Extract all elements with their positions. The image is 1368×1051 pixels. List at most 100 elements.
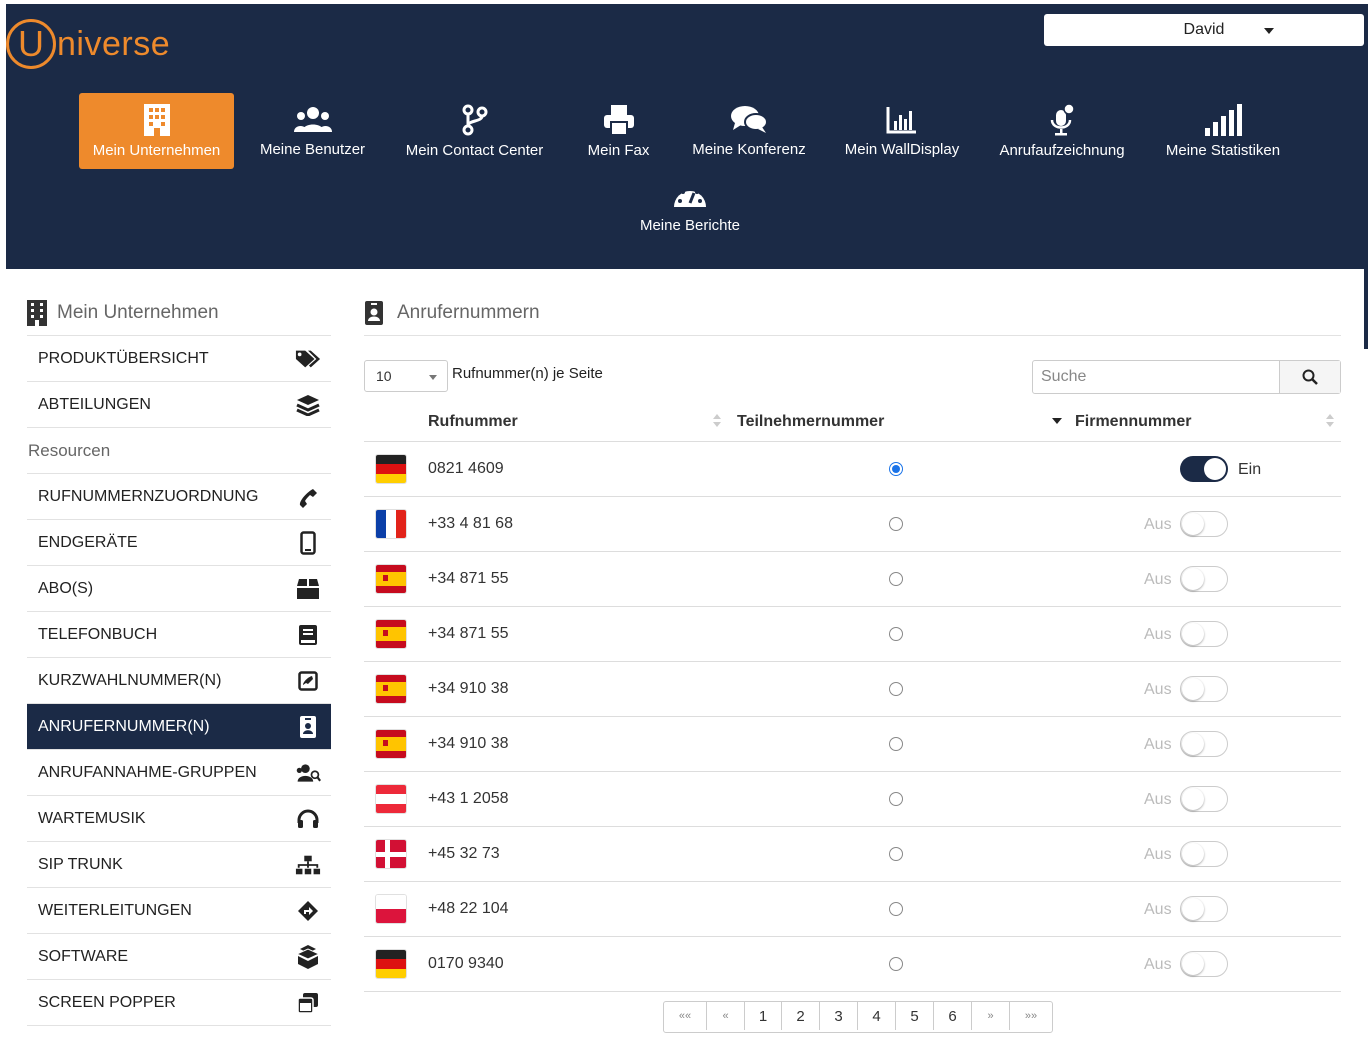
company-toggle[interactable]: [1180, 731, 1228, 757]
company-toggle[interactable]: [1180, 566, 1228, 592]
nav-mein-contact-center[interactable]: Mein Contact Center: [397, 93, 552, 169]
company-toggle[interactable]: [1180, 511, 1228, 537]
signal-bars-icon: [1205, 103, 1242, 136]
column-header-rufnummer[interactable]: Rufnummer: [428, 413, 518, 431]
company-toggle[interactable]: [1180, 456, 1228, 482]
nav-label: Meine Statistiken: [1165, 141, 1281, 159]
logo-mark: U: [6, 19, 56, 69]
toggle-label: Aus: [1144, 901, 1172, 918]
table-row: +48 22 104 Aus: [364, 882, 1341, 937]
sort-icon[interactable]: [713, 413, 721, 429]
pagination-page[interactable]: 6: [934, 1002, 972, 1030]
logo[interactable]: U niverse: [6, 14, 170, 74]
table-row: +45 32 73 Aus: [364, 827, 1341, 882]
company-toggle[interactable]: [1180, 896, 1228, 922]
subscriber-radio[interactable]: [889, 462, 903, 476]
pagination-next[interactable]: »: [972, 1002, 1010, 1030]
subscriber-radio[interactable]: [889, 902, 903, 916]
subscriber-radio[interactable]: [889, 682, 903, 696]
sidebar-item-wartemusik[interactable]: WARTEMUSIK: [27, 796, 331, 842]
nav-meine-berichte[interactable]: Meine Berichte: [630, 169, 750, 245]
sidebar-item-telefonbuch[interactable]: TELEFONBUCH: [27, 612, 331, 658]
table-row: +34 871 55 Aus: [364, 552, 1341, 607]
subscriber-radio[interactable]: [889, 957, 903, 971]
nav-mein-fax[interactable]: Mein Fax: [576, 93, 661, 169]
users-icon: [293, 106, 332, 132]
flag-germany-icon: [376, 950, 406, 978]
column-header-teilnehmernummer[interactable]: Teilnehmernummer: [737, 413, 884, 431]
sidebar-item-rufnummernzuordnung[interactable]: RUFNUMMERNZUORDNUNG: [27, 474, 331, 520]
company-toggle[interactable]: [1180, 786, 1228, 812]
search-box: [1032, 360, 1341, 394]
subscriber-radio[interactable]: [889, 517, 903, 531]
sidebar-item-kurzwahlnummern[interactable]: KURZWAHLNUMMER(N): [27, 658, 331, 704]
phone-number: +33 4 81 68: [428, 515, 513, 532]
toggle-label: Aus: [1144, 791, 1172, 808]
user-select[interactable]: David: [1044, 14, 1364, 46]
phone-number: 0821 4609: [428, 460, 504, 477]
sidebar-item-abteilungen[interactable]: ABTEILUNGEN: [27, 382, 331, 428]
subscriber-radio[interactable]: [889, 572, 903, 586]
sidebar-item-weiterleitungen[interactable]: WEITERLEITUNGEN: [27, 888, 331, 934]
nav-mein-unternehmen[interactable]: Mein Unternehmen: [79, 93, 234, 169]
table-controls: 10 Rufnummer(n) je Seite: [364, 360, 1341, 394]
sidebar-item-software[interactable]: SOFTWARE: [27, 934, 331, 980]
sort-desc-icon[interactable]: [1052, 418, 1062, 424]
nav-meine-benutzer[interactable]: Meine Benutzer: [254, 93, 371, 169]
pagination: «« « 1 2 3 4 5 6 » »»: [663, 1001, 1053, 1033]
pagination-first[interactable]: ««: [664, 1002, 707, 1030]
flag-germany-icon: [376, 455, 406, 483]
building-icon: [143, 103, 170, 136]
sidebar-item-abos[interactable]: ABO(S): [27, 566, 331, 612]
nav-label: Meine Benutzer: [259, 140, 366, 158]
company-toggle[interactable]: [1180, 951, 1228, 977]
sidebar-item-endgeraete[interactable]: ENDGERÄTE: [27, 520, 331, 566]
phone-number: +34 871 55: [428, 570, 509, 587]
subscriber-radio[interactable]: [889, 847, 903, 861]
search-button[interactable]: [1279, 361, 1340, 393]
sidebar-item-anrufernummern[interactable]: ANRUFERNUMMER(N): [27, 704, 331, 750]
company-toggle[interactable]: [1180, 621, 1228, 647]
pagination-page[interactable]: 3: [820, 1002, 858, 1030]
search-input[interactable]: [1033, 361, 1279, 393]
pagination-last[interactable]: »»: [1010, 1002, 1052, 1030]
id-badge-icon: [300, 715, 316, 738]
table-header: Rufnummer Teilnehmernummer Firmennummer: [364, 402, 1341, 442]
nav-mein-walldisplay[interactable]: Mein WallDisplay: [836, 93, 968, 169]
pagination-prev[interactable]: «: [707, 1002, 745, 1030]
layers-icon: [296, 394, 320, 416]
sidebar-section-resourcen: Resourcen: [27, 428, 331, 474]
pagination-page[interactable]: 5: [896, 1002, 934, 1030]
flag-france-icon: [376, 510, 406, 538]
company-toggle[interactable]: [1180, 841, 1228, 867]
printer-icon: [603, 104, 634, 136]
sidebar-item-screen-popper[interactable]: SCREEN POPPER: [27, 980, 331, 1026]
pagination-page[interactable]: 4: [858, 1002, 896, 1030]
tachometer-icon: [674, 185, 706, 207]
subscriber-radio[interactable]: [889, 737, 903, 751]
nav-meine-statistiken[interactable]: Meine Statistiken: [1154, 93, 1292, 169]
caret-down-icon: [429, 375, 437, 380]
phone-number: +45 32 73: [428, 845, 500, 862]
column-header-firmennummer[interactable]: Firmennummer: [1075, 413, 1191, 431]
per-page-select[interactable]: 10: [364, 360, 448, 392]
headphones-icon: [297, 809, 319, 828]
phone-number: +48 22 104: [428, 900, 509, 917]
sidebar-item-produktuebersicht[interactable]: PRODUKTÜBERSICHT: [27, 336, 331, 382]
subscriber-radio[interactable]: [889, 627, 903, 641]
microphone-icon: [1050, 103, 1075, 135]
sidebar-item-sip-trunk[interactable]: SIP TRUNK: [27, 842, 331, 888]
box-icon: [297, 578, 319, 599]
pagination-page[interactable]: 1: [745, 1002, 782, 1030]
pagination-page[interactable]: 2: [782, 1002, 820, 1030]
sidebar-title: Mein Unternehmen: [27, 290, 331, 336]
subscriber-radio[interactable]: [889, 792, 903, 806]
nav-meine-konferenz[interactable]: Meine Konferenz: [684, 93, 814, 169]
sidebar-item-anrufannahme-gruppen[interactable]: ANRUFANNAHME-GRUPPEN: [27, 750, 331, 796]
nav-label: Meine Konferenz: [692, 140, 806, 158]
toggle-label: Aus: [1144, 626, 1172, 643]
sort-icon[interactable]: [1326, 413, 1334, 429]
logo-text: niverse: [57, 24, 171, 63]
company-toggle[interactable]: [1180, 676, 1228, 702]
nav-anrufaufzeichnung[interactable]: Anrufaufzeichnung: [991, 93, 1133, 169]
